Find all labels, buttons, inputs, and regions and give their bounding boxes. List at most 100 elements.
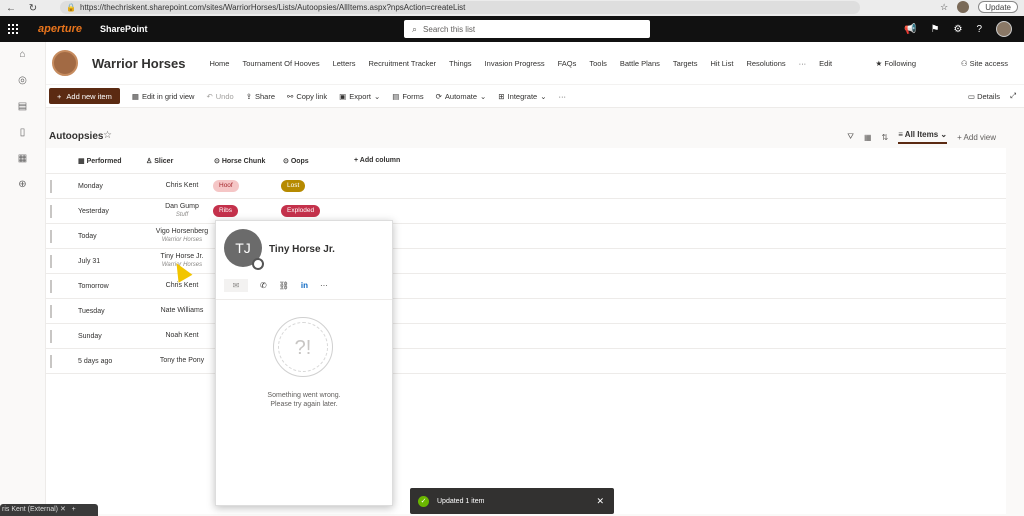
nav-item[interactable]: FAQs (558, 59, 577, 68)
nav-item[interactable]: Letters (333, 59, 356, 68)
app-launcher-icon[interactable] (8, 24, 22, 34)
brand-logo[interactable]: aperture (38, 23, 82, 35)
linkedin-icon[interactable]: in (301, 281, 308, 290)
document-icon[interactable]: ▯ (0, 120, 45, 146)
add-new-item-button[interactable]: + Add new item (49, 88, 120, 104)
site-access-button[interactable]: ⚇ Site access (961, 59, 1008, 68)
grid-icon: ▦ (131, 91, 139, 101)
close-icon[interactable]: ✕ (596, 496, 604, 507)
row-select[interactable] (50, 305, 52, 318)
export-button[interactable]: ▣ Export ⌄ (339, 92, 380, 101)
table-row[interactable]: Monday Chris Kent Hoof Lost (46, 174, 1006, 199)
mail-icon[interactable]: ✉ (224, 279, 248, 292)
gear-icon[interactable]: ⚙ (953, 24, 962, 35)
row-select[interactable] (50, 255, 52, 268)
cell-slicer[interactable]: Dan Gump Stuff (150, 203, 214, 219)
layout-icon[interactable]: ▦ (864, 133, 872, 142)
nav-item[interactable]: Targets (673, 59, 698, 68)
col-oops[interactable]: ⊙ Oops (283, 157, 309, 165)
slicer-name: Dan Gump (165, 203, 199, 210)
cell-slicer[interactable]: Chris Kent (150, 282, 214, 290)
profile-avatar[interactable] (957, 1, 970, 13)
update-button[interactable]: Update (978, 1, 1018, 13)
row-select[interactable] (50, 230, 52, 243)
help-icon[interactable]: ? (976, 24, 982, 35)
table-row[interactable]: 5 days ago Tony the Pony (46, 349, 1006, 374)
check-icon: ✓ (418, 495, 429, 507)
row-select[interactable] (50, 205, 52, 218)
row-select[interactable] (50, 330, 52, 343)
nav-item[interactable]: Recruitment Tracker (369, 59, 437, 68)
megaphone-icon[interactable]: 📢 (904, 24, 916, 35)
site-title[interactable]: Warrior Horses (92, 56, 185, 71)
cell-slicer[interactable]: Vigo Horsenberg Warrior Horses (150, 228, 214, 244)
feed-icon[interactable]: ▤ (0, 94, 45, 120)
org-chart-icon[interactable]: ⛓ (279, 281, 289, 290)
cell-slicer[interactable]: Nate Williams (150, 307, 214, 315)
search-placeholder: Search this list (423, 24, 476, 34)
add-view-button[interactable]: + Add view (957, 133, 996, 142)
favorite-star-icon[interactable]: ☆ (103, 130, 112, 141)
table-row[interactable]: Sunday Noah Kent (46, 324, 1006, 349)
col-performed-label: Performed (86, 157, 122, 165)
notification-icon[interactable]: ⚑ (931, 24, 940, 35)
more-icon[interactable]: ··· (320, 281, 328, 290)
cell-slicer[interactable]: Tony the Pony (150, 357, 214, 365)
details-button[interactable]: ▭ Details (968, 92, 1000, 101)
add-column-button[interactable]: + Add column (354, 157, 400, 164)
table-row[interactable]: Today Vigo Horsenberg Warrior Horses (46, 224, 1006, 249)
home-icon[interactable]: ⌂ (0, 42, 45, 68)
nav-item[interactable]: Tools (589, 59, 607, 68)
create-icon[interactable]: ⊕ (0, 172, 45, 198)
integrate-button[interactable]: ⊞ Integrate ⌄ (498, 92, 546, 101)
nav-item[interactable]: Hit List (711, 59, 734, 68)
nav-item[interactable]: Resolutions (746, 59, 785, 68)
reload-icon[interactable]: ↻ (22, 3, 44, 14)
undo-button[interactable]: ↶ Undo (206, 92, 233, 101)
nav-item[interactable]: Tournament Of Hooves (242, 59, 319, 68)
back-icon[interactable]: ← (0, 3, 22, 14)
star-icon[interactable]: ☆ (940, 2, 948, 13)
cell-slicer[interactable]: Noah Kent (150, 332, 214, 340)
nav-item[interactable]: Things (449, 59, 472, 68)
filter-icon[interactable]: ⛛ (847, 132, 854, 142)
phone-icon[interactable]: ✆ (260, 281, 267, 290)
following-button[interactable]: ★ Following (876, 59, 917, 68)
table-row[interactable]: Yesterday Dan Gump Stuff Ribs Exploded (46, 199, 1006, 224)
table-row[interactable]: Tuesday Nate Williams (46, 299, 1006, 324)
col-horse-chunk[interactable]: ⊙ Horse Chunk (214, 157, 265, 165)
col-slicer[interactable]: ♙ Slicer (146, 157, 173, 165)
address-bar[interactable]: 🔒 https://thechriskent.sharepoint.com/sit… (60, 1, 860, 14)
row-select[interactable] (50, 180, 52, 193)
row-select[interactable] (50, 280, 52, 293)
site-logo[interactable] (52, 50, 78, 76)
all-items-view[interactable]: ≡ All Items ⌄ (898, 130, 948, 144)
nav-edit[interactable]: Edit (819, 59, 832, 68)
lock-icon: 🔒 (66, 3, 76, 12)
nav-more[interactable]: ··· (799, 59, 807, 68)
row-select[interactable] (50, 355, 52, 368)
forms-button[interactable]: ▤ Forms (392, 92, 423, 101)
app-name[interactable]: SharePoint (100, 24, 148, 34)
sort-icon[interactable]: ⇅ (882, 133, 889, 142)
copy-link-button[interactable]: ⚯ Copy link (287, 92, 327, 101)
grid-view-button[interactable]: ▦ Edit in grid view (132, 92, 195, 101)
col-performed[interactable]: ▦ Performed (78, 157, 122, 165)
table-row[interactable]: Tomorrow Chris Kent (46, 274, 1006, 299)
nav-item[interactable]: Home (209, 59, 229, 68)
nav-item[interactable]: Invasion Progress (485, 59, 545, 68)
share-button[interactable]: ⇪ Share (246, 92, 275, 101)
lists-icon[interactable]: ▦ (0, 146, 45, 172)
user-avatar[interactable] (996, 21, 1012, 37)
cell-slicer[interactable]: Chris Kent (150, 182, 214, 190)
automate-button[interactable]: ⟳ Automate ⌄ (436, 92, 487, 101)
expand-icon[interactable]: ⤢ (1010, 91, 1016, 101)
list-table: ▦ Performed ♙ Slicer ⊙ Horse Chunk ⊙ Oop… (46, 148, 1006, 514)
bottom-tab[interactable]: ris Kent (External) ✕ + (0, 504, 98, 516)
globe-icon[interactable]: ◎ (0, 68, 45, 94)
search-box[interactable]: ⌕ Search this list (404, 20, 650, 38)
cell-performed: Today (78, 232, 97, 240)
error-line-2: Please try again later. (270, 401, 338, 408)
more-button[interactable]: ··· (559, 92, 567, 101)
nav-item[interactable]: Battle Plans (620, 59, 660, 68)
